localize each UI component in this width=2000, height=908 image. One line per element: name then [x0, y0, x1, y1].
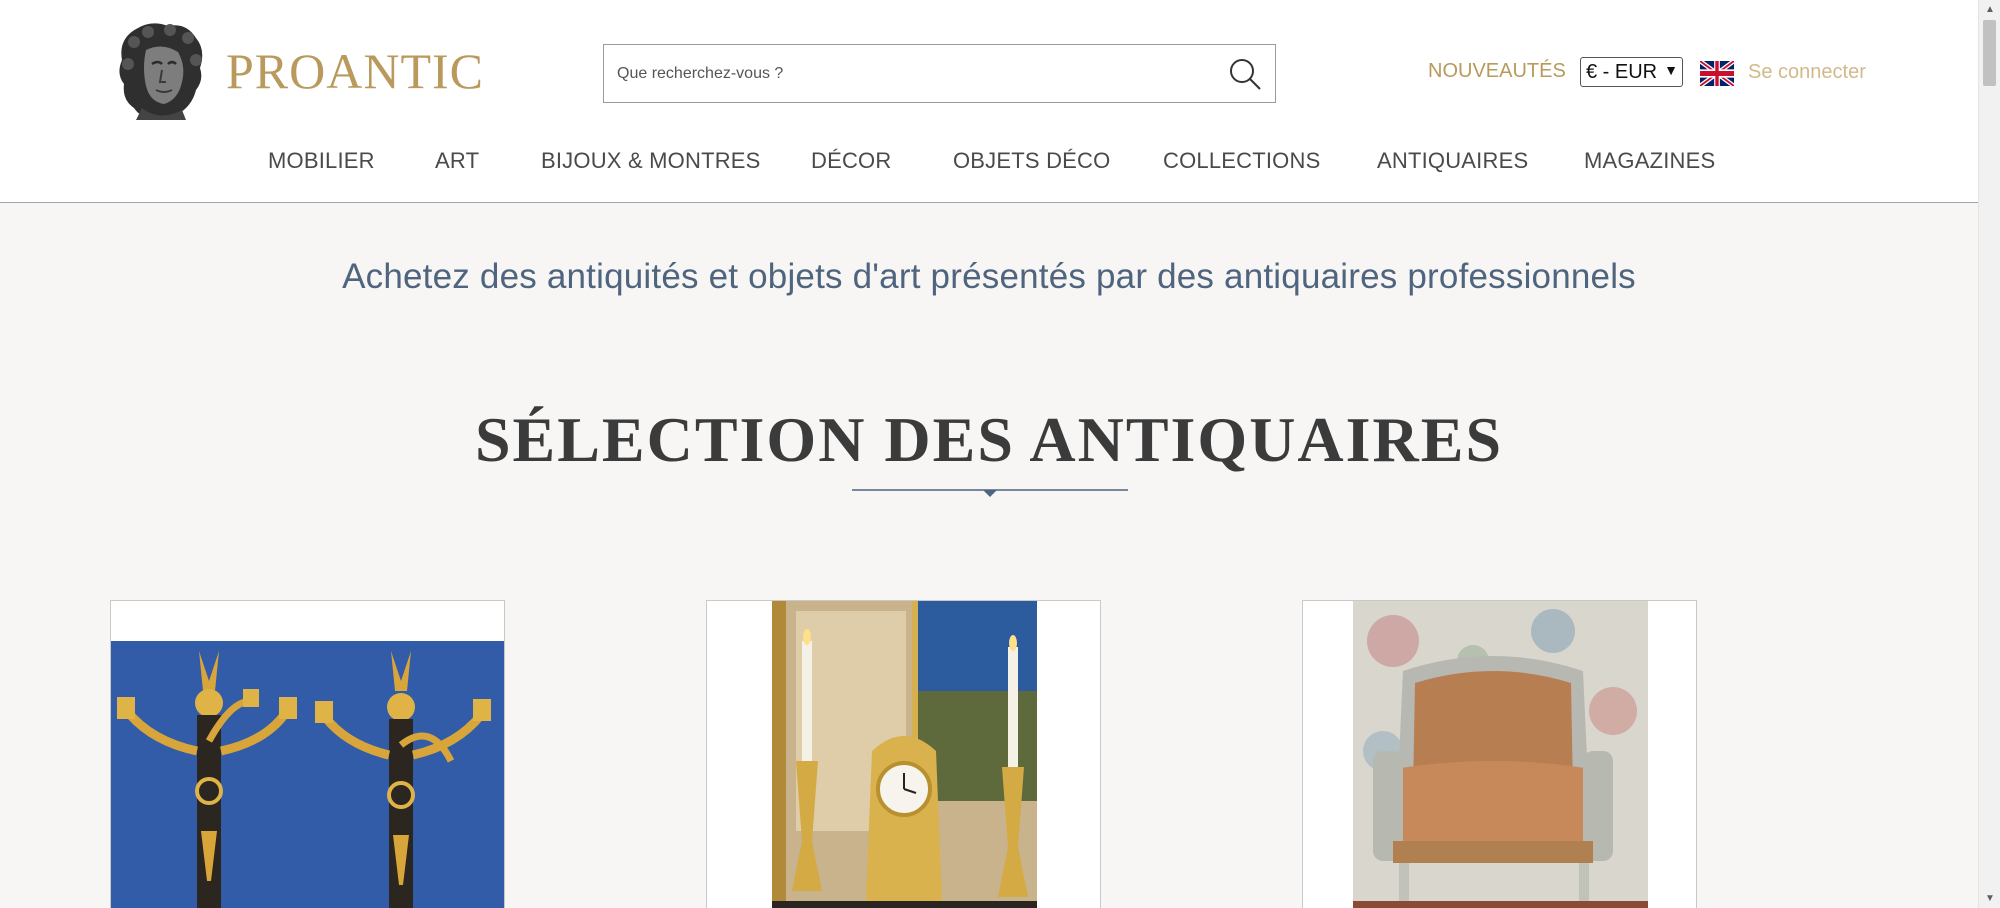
product-card[interactable] [1302, 600, 1697, 908]
product-card[interactable] [110, 600, 505, 908]
nav-item-art[interactable]: ART [435, 148, 479, 174]
tagline: Achetez des antiquités et objets d'art p… [342, 257, 1636, 296]
currency-value: € - EUR [1586, 60, 1658, 83]
nav-item-bijoux-montres[interactable]: BIJOUX & MONTRES [541, 148, 761, 174]
nav-item-decor[interactable]: DÉCOR [811, 148, 891, 174]
nav-item-objets-deco[interactable]: OBJETS DÉCO [953, 148, 1110, 174]
scroll-thumb[interactable] [1983, 20, 1996, 86]
logo-link[interactable]: PROANTIC [112, 20, 484, 122]
product-card[interactable] [706, 600, 1101, 908]
scroll-up-icon[interactable]: ▲ [1985, 4, 1995, 15]
nav-item-magazines[interactable]: MAGAZINES [1584, 148, 1715, 174]
brand-name: PROANTIC [226, 43, 485, 99]
scroll-down-icon[interactable]: ▼ [1985, 893, 1995, 904]
new-items-link[interactable]: NOUVEAUTÉS [1428, 60, 1566, 83]
main-nav: MOBILIER ART BIJOUX & MONTRES DÉCOR OBJE… [0, 148, 1978, 178]
login-link[interactable]: Se connecter [1748, 61, 1866, 84]
site-header: PROANTIC NOUVEAUTÉS € - EUR ▼ Se connect… [0, 0, 1978, 203]
product-image-armchair [1353, 601, 1648, 908]
title-divider [852, 489, 1128, 497]
uk-flag-icon[interactable] [1700, 61, 1734, 86]
product-image-clock [772, 601, 1037, 908]
nav-item-antiquaires[interactable]: ANTIQUAIRES [1377, 148, 1528, 174]
section-title: SÉLECTION DES ANTIQUAIRES [474, 404, 1504, 475]
product-image-sconces [111, 641, 504, 908]
bust-logo-icon [119, 23, 203, 120]
nav-item-collections[interactable]: COLLECTIONS [1163, 148, 1320, 174]
search-icon [1230, 58, 1261, 90]
search-bar [603, 44, 1276, 103]
chevron-down-icon: ▼ [1664, 62, 1678, 78]
page-scrollbar[interactable]: ▲ ▼ [1978, 0, 2000, 908]
currency-select[interactable]: € - EUR ▼ [1580, 57, 1683, 87]
nav-item-mobilier[interactable]: MOBILIER [268, 148, 375, 174]
search-button[interactable] [1215, 45, 1275, 102]
search-input[interactable] [604, 45, 1215, 102]
